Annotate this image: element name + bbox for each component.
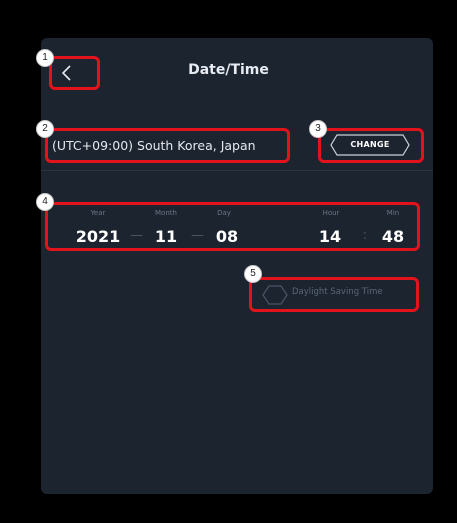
daylight-saving-toggle[interactable]: Daylight Saving Time (260, 285, 410, 305)
daylight-saving-label: Daylight Saving Time (292, 287, 383, 297)
year-field[interactable]: 2021 (70, 227, 126, 246)
date-separator: — (191, 228, 204, 243)
month-field[interactable]: 11 (150, 227, 182, 246)
annotation-badge-4: 4 (36, 193, 54, 211)
min-label: Min (386, 209, 400, 217)
month-label: Month (155, 209, 177, 217)
settings-panel (41, 38, 433, 494)
minute-field[interactable]: 48 (377, 227, 409, 246)
timezone-value: (UTC+09:00) South Korea, Japan (52, 138, 256, 153)
annotation-badge-1: 1 (36, 49, 54, 67)
change-button-label: CHANGE (350, 140, 390, 149)
hour-field[interactable]: 14 (314, 227, 346, 246)
annotation-badge-2: 2 (36, 120, 54, 138)
change-timezone-button[interactable]: CHANGE (330, 134, 410, 156)
day-field[interactable]: 08 (211, 227, 243, 246)
section-divider (41, 170, 433, 171)
day-label: Day (217, 209, 231, 217)
year-label: Year (90, 209, 106, 217)
time-separator: : (362, 228, 368, 243)
annotation-badge-5: 5 (244, 265, 262, 283)
annotation-badge-3: 3 (309, 120, 327, 138)
date-separator: — (130, 228, 143, 243)
hour-label: Hour (322, 209, 340, 217)
hexagon-checkbox-icon (262, 285, 288, 305)
page-title: Date/Time (188, 62, 269, 78)
